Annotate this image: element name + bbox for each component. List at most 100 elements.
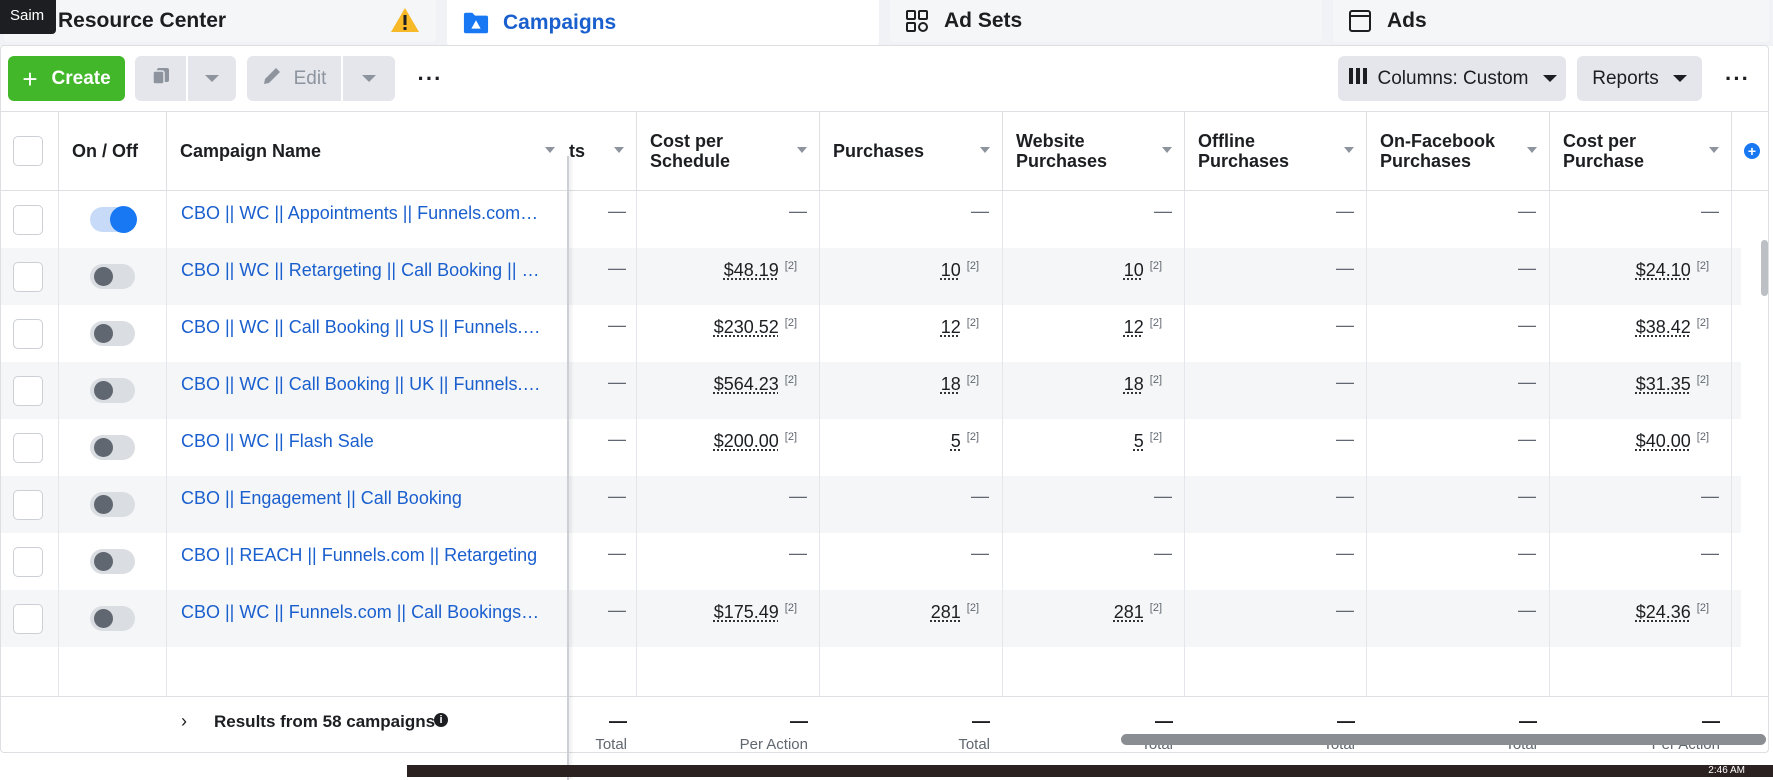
- more-actions-button[interactable]: ···: [406, 56, 454, 101]
- campaign-name-link[interactable]: CBO || WC || Appointments || Funnels.com…: [181, 203, 543, 224]
- metric-number[interactable]: 10: [941, 260, 961, 280]
- info-icon[interactable]: i: [434, 713, 448, 727]
- select-all-checkbox[interactable]: [13, 136, 43, 166]
- metric-number[interactable]: $40.00: [1636, 431, 1691, 451]
- tab-label: Resource Center: [58, 9, 227, 32]
- on-off-toggle[interactable]: [90, 321, 135, 346]
- on-off-toggle[interactable]: [90, 606, 135, 631]
- table-row[interactable]: CBO || WC || Call Booking || US || Funne…: [1, 305, 1741, 362]
- on-off-toggle[interactable]: [90, 264, 135, 289]
- metric-number[interactable]: 12: [1124, 317, 1144, 337]
- on-off-toggle[interactable]: [90, 378, 135, 403]
- campaign-name-link[interactable]: CBO || WC || Call Booking || UK || Funne…: [181, 374, 543, 395]
- header-cost-per-schedule[interactable]: Cost per Schedule: [637, 112, 820, 190]
- table-row[interactable]: CBO || WC || Appointments || Funnels.com…: [1, 191, 1741, 248]
- metric-number[interactable]: 10: [1124, 260, 1144, 280]
- sort-icon[interactable]: [1344, 147, 1354, 153]
- row-checkbox[interactable]: [13, 319, 43, 349]
- table-row[interactable]: CBO || WC || Call Booking || UK || Funne…: [1, 362, 1741, 419]
- row-checkbox[interactable]: [13, 433, 43, 463]
- table-row[interactable]: CBO || WC || Flash Sale — $200.00 [2] 5 [2] 5 […: [1, 419, 1741, 476]
- metric-number[interactable]: 281: [1114, 602, 1144, 622]
- on-off-toggle[interactable]: [90, 206, 137, 233]
- metric-number[interactable]: 12: [941, 317, 961, 337]
- sort-icon[interactable]: [614, 147, 624, 153]
- header-campaign-name[interactable]: Campaign Name: [167, 112, 567, 190]
- sort-icon[interactable]: [797, 147, 807, 153]
- add-column-icon[interactable]: +: [1744, 143, 1760, 159]
- more-icon: ···: [417, 65, 443, 91]
- header-partial[interactable]: ts: [569, 112, 637, 190]
- footer-total-label: Total: [595, 736, 627, 753]
- metric-number[interactable]: $31.35: [1636, 374, 1691, 394]
- metric-number[interactable]: $230.52: [714, 317, 779, 337]
- header-purchases[interactable]: Purchases: [820, 112, 1003, 190]
- ad-window-icon: [1347, 8, 1373, 34]
- metric-number[interactable]: 18: [941, 374, 961, 394]
- header-website-purchases[interactable]: Website Purchases: [1003, 112, 1185, 190]
- sort-icon[interactable]: [1162, 147, 1172, 153]
- tab-ad-sets[interactable]: Ad Sets: [890, 0, 1322, 42]
- metric-number[interactable]: $200.00: [714, 431, 779, 451]
- more-options-button[interactable]: ···: [1715, 56, 1760, 101]
- expand-chevron-icon[interactable]: ›: [181, 711, 187, 732]
- metric-number[interactable]: $48.19: [724, 260, 779, 280]
- header-on-off[interactable]: On / Off: [59, 112, 167, 190]
- row-checkbox[interactable]: [13, 604, 43, 634]
- on-off-toggle[interactable]: [90, 549, 135, 574]
- tab-ads[interactable]: Ads: [1333, 0, 1769, 42]
- metric-number[interactable]: 281: [931, 602, 961, 622]
- warning-icon[interactable]: [390, 6, 420, 40]
- footer-total-cell: — Total: [958, 711, 990, 753]
- tab-campaigns[interactable]: Campaigns: [447, 0, 879, 46]
- metric-value: 5 [2]: [1134, 431, 1162, 452]
- row-checkbox[interactable]: [13, 490, 43, 520]
- metric-number[interactable]: $24.10: [1636, 260, 1691, 280]
- metric-number[interactable]: 18: [1124, 374, 1144, 394]
- sort-icon[interactable]: [545, 147, 555, 153]
- row-checkbox[interactable]: [13, 205, 43, 235]
- sort-icon[interactable]: [1709, 147, 1719, 153]
- reports-button[interactable]: Reports: [1577, 56, 1702, 101]
- create-button[interactable]: + Create: [8, 56, 125, 101]
- metric-number[interactable]: 5: [951, 431, 961, 451]
- row-checkbox[interactable]: [13, 262, 43, 292]
- sort-icon[interactable]: [980, 147, 990, 153]
- column-divider: [636, 191, 637, 696]
- table-row[interactable]: CBO || WC || Funnels.com || Call Booking…: [1, 590, 1741, 647]
- duplicate-dropdown-button[interactable]: [188, 56, 236, 101]
- campaign-name-link[interactable]: CBO || WC || Call Booking || US || Funne…: [181, 317, 543, 338]
- attribution-marker: [2]: [1149, 602, 1162, 614]
- duplicate-button[interactable]: [135, 56, 186, 101]
- row-checkbox[interactable]: [13, 376, 43, 406]
- on-off-toggle[interactable]: [90, 492, 135, 517]
- header-cost-per-purchase[interactable]: Cost per Purchase: [1550, 112, 1732, 190]
- horizontal-scrollbar[interactable]: [1121, 734, 1766, 745]
- metric-number[interactable]: $175.49: [714, 602, 779, 622]
- on-off-toggle[interactable]: [90, 435, 135, 460]
- toggle-knob: [110, 206, 137, 233]
- vertical-scrollbar[interactable]: [1761, 240, 1768, 296]
- table-row[interactable]: CBO || REACH || Funnels.com || Retargeti…: [1, 533, 1741, 590]
- metric-number[interactable]: $38.42: [1636, 317, 1691, 337]
- edit-dropdown-button[interactable]: [343, 56, 395, 101]
- campaign-name-link[interactable]: CBO || WC || Funnels.com || Call Booking…: [181, 602, 543, 623]
- table-row[interactable]: CBO || WC || Retargeting || Call Booking…: [1, 248, 1741, 305]
- metric-number[interactable]: $564.23: [714, 374, 779, 394]
- empty-value: —: [1336, 258, 1354, 278]
- sort-icon[interactable]: [1527, 147, 1537, 153]
- edit-button[interactable]: Edit: [247, 56, 341, 101]
- metric-number[interactable]: 5: [1134, 431, 1144, 451]
- table-row[interactable]: CBO || Engagement || Call Booking — — — — — — —: [1, 476, 1741, 533]
- columns-button[interactable]: Columns: Custom: [1338, 56, 1566, 101]
- header-on-facebook-purchases[interactable]: On-Facebook Purchases: [1367, 112, 1550, 190]
- campaign-name-link[interactable]: CBO || WC || Retargeting || Call Booking…: [181, 260, 543, 281]
- campaign-name-link[interactable]: CBO || REACH || Funnels.com || Retargeti…: [181, 545, 543, 566]
- campaign-name-link[interactable]: CBO || WC || Flash Sale: [181, 431, 543, 452]
- header-offline-purchases[interactable]: Offline Purchases: [1185, 112, 1367, 190]
- tab-resource-center[interactable]: Resource Center: [4, 0, 436, 42]
- column-divider: [1002, 191, 1003, 696]
- campaign-name-link[interactable]: CBO || Engagement || Call Booking: [181, 488, 543, 509]
- row-checkbox[interactable]: [13, 547, 43, 577]
- metric-number[interactable]: $24.36: [1636, 602, 1691, 622]
